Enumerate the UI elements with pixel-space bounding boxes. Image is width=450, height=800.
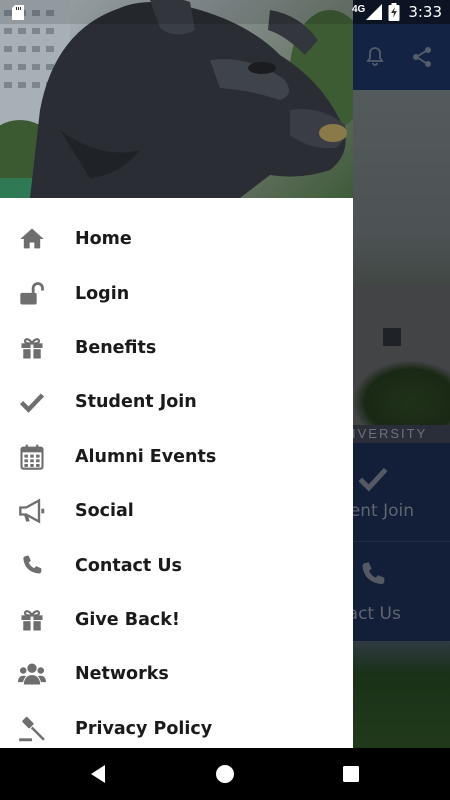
calendar-icon	[20, 444, 44, 470]
menu-item-label: Give Back!	[75, 609, 180, 630]
menu-item-networks[interactable]: Networks	[0, 647, 353, 701]
status-bar: 4G 3:33	[0, 0, 450, 24]
battery-charging-icon	[388, 3, 400, 21]
signal-icon	[366, 4, 383, 20]
status-right: 4G 3:33	[352, 0, 442, 24]
gavel-icon	[19, 716, 45, 741]
network-type: 4G	[351, 3, 366, 15]
clock: 3:33	[408, 3, 442, 21]
menu-item-privacy-policy[interactable]: Privacy Policy	[0, 702, 353, 748]
menu-item-label: Networks	[75, 664, 169, 685]
back-icon[interactable]	[86, 762, 110, 786]
home-icon	[20, 228, 44, 249]
users-icon	[18, 663, 46, 685]
menu-item-benefits[interactable]: Benefits	[0, 321, 353, 375]
menu-item-alumni-events[interactable]: Alumni Events	[0, 430, 353, 484]
gift-icon	[21, 610, 43, 631]
menu-item-label: Login	[75, 283, 130, 304]
menu-item-contact-us[interactable]: Contact Us	[0, 538, 353, 592]
menu-item-login[interactable]: Login	[0, 266, 353, 320]
drawer-header-image	[0, 0, 353, 198]
menu-item-give-back[interactable]: Give Back!	[0, 593, 353, 647]
sd-card-icon	[12, 5, 24, 20]
unlock-icon	[20, 281, 44, 305]
recents-icon[interactable]	[339, 762, 363, 786]
megaphone-icon	[19, 498, 45, 524]
system-navigation-bar	[0, 748, 450, 800]
phone-icon	[23, 555, 42, 574]
menu-item-label: Home	[75, 229, 132, 250]
menu-item-label: Benefits	[75, 337, 157, 358]
menu-item-label: Social	[75, 501, 134, 522]
check-icon	[19, 393, 45, 414]
home-nav-icon[interactable]	[213, 762, 237, 786]
menu-item-student-join[interactable]: Student Join	[0, 375, 353, 429]
menu-item-label: Alumni Events	[75, 446, 217, 467]
navigation-drawer: Home Login Benefits Student Join Alumni …	[0, 0, 353, 748]
menu-item-label: Contact Us	[75, 555, 182, 576]
drawer-menu: Home Login Benefits Student Join Alumni …	[0, 198, 353, 748]
menu-item-social[interactable]: Social	[0, 484, 353, 538]
gift-icon	[21, 338, 43, 359]
panther-statue-image	[0, 0, 353, 198]
menu-item-label: Student Join	[75, 392, 197, 413]
menu-item-home[interactable]: Home	[0, 212, 353, 266]
menu-item-label: Privacy Policy	[75, 718, 213, 739]
